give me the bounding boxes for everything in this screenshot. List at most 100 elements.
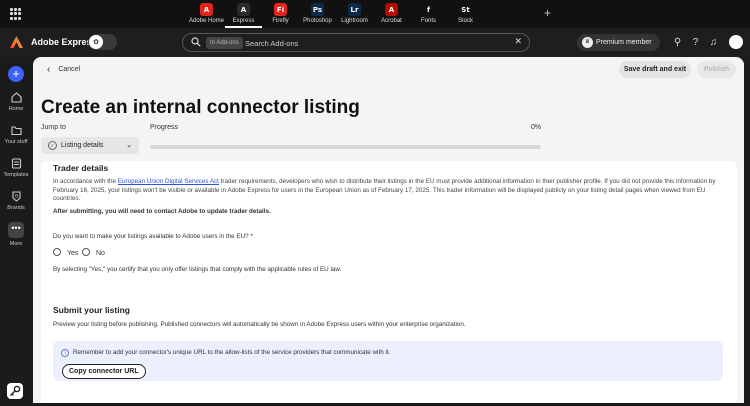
radio-yes-label: Yes (67, 250, 79, 257)
rail-label-more: More (9, 241, 23, 247)
submit-listing-description: Preview your listing before publishing. … (53, 321, 466, 328)
app-switcher-bar: A Adobe Home A Express Fi Firefly Ps Photoshop L… (0, 0, 750, 28)
radio-circle-icon (82, 248, 90, 256)
premium-member-label: Premium member (596, 39, 652, 46)
stock-icon: St (459, 3, 472, 16)
app-list: A Adobe Home A Express Fi Firefly Ps Photoshop L… (188, 0, 484, 28)
crown-icon: ♛ (582, 37, 593, 48)
app-label: Express (232, 18, 255, 24)
app-grid-icon[interactable] (10, 8, 22, 20)
app-label: Stock (457, 18, 473, 24)
clear-search-icon[interactable]: ✕ (514, 36, 522, 47)
app-adobe-home[interactable]: A Adobe Home (188, 0, 225, 28)
add-app-icon[interactable]: + (544, 7, 551, 19)
app-label: Firefly (272, 18, 289, 24)
radio-no[interactable]: No (82, 248, 105, 257)
jump-to-select[interactable]: ✓ Listing details ⌄ (41, 137, 139, 154)
fonts-icon: f (422, 3, 435, 16)
eu-availability-question: Do you want to make your listings availa… (53, 233, 253, 240)
rail-label-templates: Templates (3, 172, 29, 178)
main-canvas: ‹ Cancel Save draft and exit Publish Crea… (33, 57, 744, 403)
publish-button[interactable]: Publish (697, 61, 736, 78)
developer-key-icon[interactable] (7, 383, 23, 399)
required-mark: * (250, 233, 253, 240)
express-header: Adobe Express ✿ In Add-ons ✕ ♛ Premium m… (0, 28, 750, 57)
rail-item-templates[interactable]: Templates (0, 158, 32, 178)
left-rail: + Home Your stuff Templates B Brands •••… (0, 57, 32, 406)
save-draft-button[interactable]: Save draft and exit (619, 61, 691, 78)
radio-circle-icon (53, 248, 61, 256)
rail-item-home[interactable]: Home (0, 92, 32, 112)
adobe-home-icon: A (200, 3, 213, 16)
lightroom-icon: Lr (348, 3, 361, 16)
eu-question-text: Do you want to make your listings availa… (53, 233, 249, 240)
progress-value: 0% (531, 124, 542, 131)
avatar[interactable] (729, 35, 743, 49)
app-acrobat[interactable]: A Acrobat (373, 0, 410, 28)
app-label: Adobe Home (188, 18, 225, 24)
eu-dsa-link[interactable]: European Union Digital Services Act (118, 178, 219, 185)
check-circle-icon: ✓ (48, 141, 57, 150)
photoshop-icon: Ps (311, 3, 324, 16)
trader-details-heading: Trader details (53, 163, 109, 173)
app-label: Acrobat (381, 18, 402, 24)
search-scope-chip[interactable]: In Add-ons (206, 37, 243, 49)
info-text: Remember to add your connector's unique … (73, 349, 391, 356)
trader-details-paragraph: In accordance with the European Union Di… (53, 178, 719, 204)
templates-icon (11, 158, 21, 169)
app-photoshop[interactable]: Ps Photoshop (299, 0, 336, 28)
home-icon (10, 92, 22, 103)
radio-yes[interactable]: Yes (53, 248, 78, 257)
rail-label-your-stuff: Your stuff (4, 139, 28, 145)
svg-text:B: B (14, 194, 17, 200)
jump-to-value: Listing details (61, 142, 104, 149)
chevron-down-icon: ⌄ (126, 142, 132, 149)
rail-item-more[interactable]: ••• More (0, 222, 32, 247)
eu-certify-text: By selecting "Yes," you certify that you… (53, 266, 342, 273)
cancel-label: Cancel (58, 66, 81, 73)
help-icon[interactable]: ? (689, 36, 702, 49)
search-input[interactable] (245, 36, 505, 50)
copy-connector-url-button[interactable]: Copy connector URL (62, 364, 146, 379)
search-bar[interactable]: In Add-ons ✕ (182, 33, 530, 52)
connector-url-info-box: i Remember to add your connector's uniqu… (53, 341, 723, 381)
express-icon: A (237, 3, 250, 16)
search-icon (191, 37, 201, 47)
app-stock[interactable]: St Stock (447, 0, 484, 28)
app-lightroom[interactable]: Lr Lightroom (336, 0, 373, 28)
chevron-left-icon: ‹ (47, 64, 51, 75)
rail-item-your-stuff[interactable]: Your stuff (0, 125, 32, 145)
progress-bar (150, 145, 541, 149)
rail-label-home: Home (8, 106, 24, 112)
theme-toggle[interactable]: ✿ (88, 34, 117, 50)
adobe-express-logo-icon (10, 36, 23, 48)
trader-para-prefix: In accordance with the (53, 178, 118, 185)
notifications-bell-icon[interactable]: ♫ (707, 36, 720, 49)
create-new-button[interactable]: + (8, 66, 24, 82)
cancel-link[interactable]: ‹ Cancel (47, 64, 80, 75)
rail-label-brands: Brands (7, 205, 25, 211)
app-firefly[interactable]: Fi Firefly (262, 0, 299, 28)
rail-item-brands[interactable]: B Brands (0, 191, 32, 211)
premium-member-button[interactable]: ♛ Premium member (577, 34, 660, 51)
radio-no-label: No (96, 250, 105, 257)
brand-name: Adobe Express (31, 37, 97, 47)
app-express[interactable]: A Express (225, 0, 262, 28)
page-title: Create an internal connector listing (41, 97, 360, 118)
brands-icon: B (11, 191, 21, 202)
app-fonts[interactable]: f Fonts (410, 0, 447, 28)
listing-form-card: Trader details In accordance with the Eu… (41, 161, 737, 403)
bag-icon[interactable]: ⚲ (671, 36, 684, 49)
app-label: Lightroom (341, 18, 368, 24)
submit-listing-heading: Submit your listing (53, 305, 130, 315)
firefly-icon: Fi (274, 3, 287, 16)
app-label: Fonts (420, 18, 436, 24)
app-label: Photoshop (303, 18, 332, 24)
acrobat-icon: A (385, 3, 398, 16)
progress-label: Progress (150, 124, 179, 131)
jump-to-label: Jump to (41, 124, 66, 131)
info-icon: i (61, 349, 69, 357)
more-icon: ••• (8, 222, 24, 238)
after-submit-note: After submitting, you will need to conta… (53, 208, 271, 215)
folder-icon (10, 126, 22, 136)
